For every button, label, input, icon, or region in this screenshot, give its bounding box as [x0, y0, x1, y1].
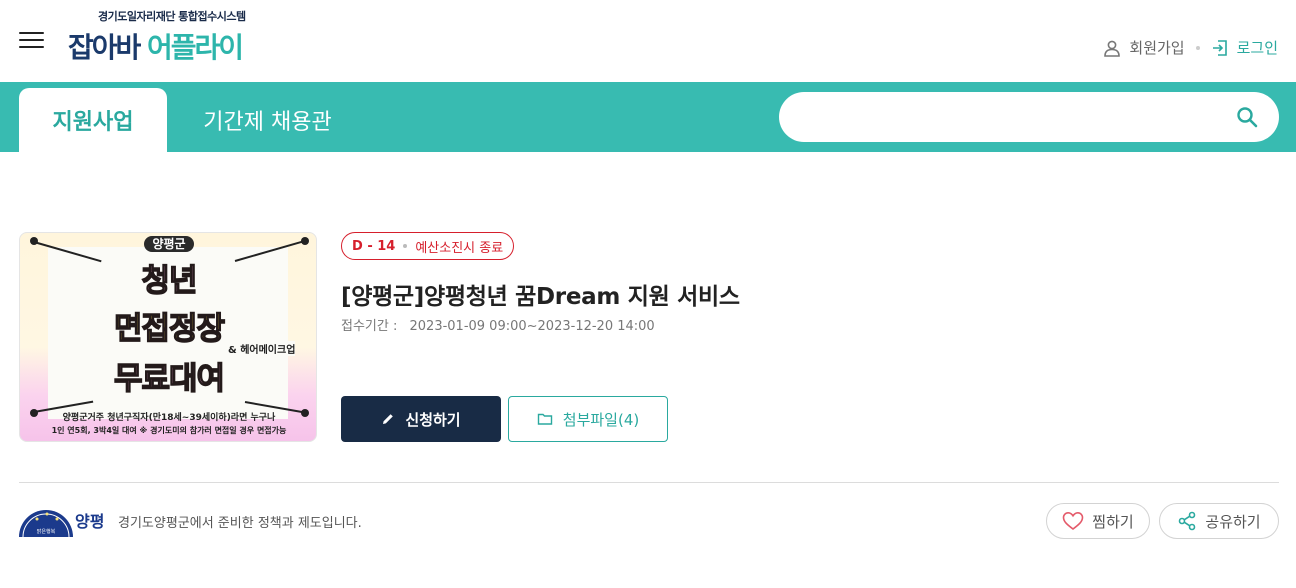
separator-dot [1195, 45, 1200, 50]
svg-text:맑은행복: 맑은행복 [37, 528, 56, 535]
svg-text:양평: 양평 [75, 512, 104, 531]
main-nav: 지원사업 기간제 채용관 [0, 82, 1296, 152]
period-label: 접수기간 : [341, 319, 398, 334]
logo-part1: 잡아바 [68, 31, 141, 64]
folder-icon [537, 413, 552, 425]
signup-link[interactable]: 회원가입 [1103, 37, 1185, 58]
apply-label: 신청하기 [405, 410, 461, 429]
tab-temporary-jobs[interactable]: 기간제 채용관 [180, 88, 355, 152]
search-icon[interactable] [1235, 105, 1259, 129]
deadline-badge: D - 14 예산소진시 종료 [341, 232, 515, 260]
share-button[interactable]: 공유하기 [1159, 503, 1279, 539]
poster-brand: 양평군 [20, 235, 316, 252]
logo-part2: 어플라이 [147, 31, 244, 64]
user-icon [1104, 40, 1121, 57]
deadline-note: 예산소진시 종료 [415, 240, 504, 256]
program-poster-image[interactable]: 양평군 청년 면접정장 무료대여 & 헤어메이크업 양평군거주 청년구직자(만1… [19, 232, 317, 442]
section-divider [19, 482, 1279, 483]
poster-line-3: 무료대여 [113, 360, 225, 397]
yangpyeong-logo: 맑은행복 양평 [19, 510, 104, 537]
poster-line-1: 청년 [141, 262, 198, 299]
share-icon [1179, 511, 1196, 531]
logo-wordmark: 잡아바 어플라이 [68, 26, 244, 66]
poster-tag: & 헤어메이크업 [228, 341, 296, 356]
attachments-label: 첨부파일(4) [562, 410, 640, 429]
login-icon [1212, 39, 1227, 56]
attachments-button[interactable]: 첨부파일(4) [508, 396, 668, 442]
login-link[interactable]: 로그인 [1211, 37, 1278, 58]
application-period: 접수기간 : 2023-01-09 09:00~2023-12-20 14:00 [341, 315, 655, 334]
signup-label: 회원가입 [1129, 39, 1185, 57]
site-logo[interactable]: 경기도일자리재단 통합접수시스템 잡아바 어플라이 [68, 8, 298, 68]
search-input[interactable] [799, 102, 1219, 132]
site-header: 경기도일자리재단 통합접수시스템 잡아바 어플라이 회원가입 로그인 [0, 0, 1296, 82]
share-label: 공유하기 [1205, 512, 1261, 531]
poster-caption-2: 1인 연5회, 3박4일 대여 ※ 경기도미의 참가러 면접일 경우 면접가능 [51, 426, 287, 435]
org-description: 경기도양평군에서 준비한 정책과 제도입니다. [118, 516, 362, 531]
wishlist-button[interactable]: 찜하기 [1046, 503, 1150, 539]
pencil-icon [383, 414, 394, 424]
tab-support-programs[interactable]: 지원사업 [19, 88, 167, 152]
poster-caption-1: 양평군거주 청년구직자(만18세~39세이하)라면 누구나 [62, 413, 276, 423]
logo-subtitle: 경기도일자리재단 통합접수시스템 [98, 10, 246, 23]
program-title[interactable]: [양평군]양평청년 꿈Dream 지원 서비스 [341, 277, 740, 311]
search-box [779, 92, 1279, 142]
period-value: 2023-01-09 09:00~2023-12-20 14:00 [409, 319, 655, 334]
wishlist-label: 찜하기 [1092, 512, 1134, 531]
badge-separator [403, 244, 408, 248]
heart-icon [1062, 511, 1084, 531]
apply-button[interactable]: 신청하기 [341, 396, 501, 442]
login-label: 로그인 [1236, 39, 1278, 57]
d-day-label: D - 14 [352, 238, 396, 254]
hamburger-menu-icon[interactable] [19, 30, 44, 50]
user-links: 회원가입 로그인 [1103, 37, 1278, 58]
